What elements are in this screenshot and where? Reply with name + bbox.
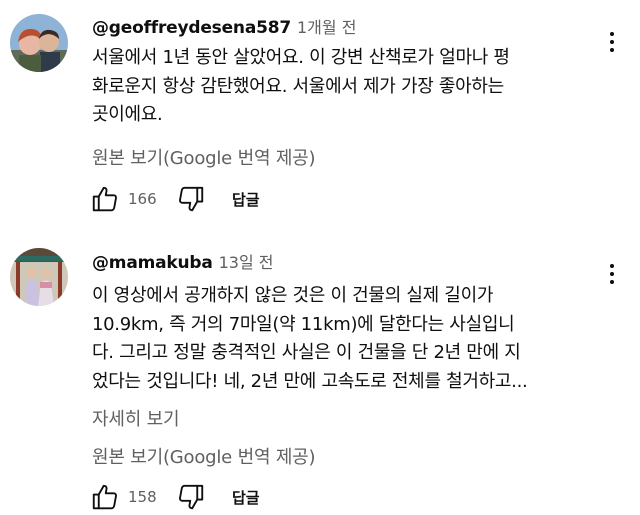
dislike-button[interactable] <box>174 480 208 514</box>
thumb-down-icon <box>179 186 204 212</box>
comment-actions: 158 답글 <box>88 479 260 515</box>
comment-line: 이 영상에서 공개하지 않은 것은 이 건물의 실제 길이가 <box>92 285 494 306</box>
author-handle[interactable]: @mamakuba <box>92 253 213 273</box>
thumb-up-icon <box>92 484 117 510</box>
more-vert-icon[interactable] <box>602 27 622 57</box>
reply-button[interactable]: 답글 <box>232 487 260 508</box>
comment-header: @geoffreydesena587 1개월 전 <box>92 14 356 40</box>
comment-line: 곳이에요. <box>92 104 163 125</box>
comment-timestamp[interactable]: 13일 전 <box>219 249 274 273</box>
comment-text: 이 영상에서 공개하지 않은 것은 이 건물의 실제 길이가 10.9km, 즉… <box>92 282 592 396</box>
avatar[interactable] <box>10 14 68 72</box>
thumb-down-icon <box>179 484 204 510</box>
like-count: 158 <box>128 488 157 506</box>
see-original-link[interactable]: 원본 보기(Google 번역 제공) <box>92 144 316 170</box>
author-handle[interactable]: @geoffreydesena587 <box>92 18 291 38</box>
comment-header: @mamakuba 13일 전 <box>92 249 274 275</box>
like-button[interactable] <box>88 480 122 514</box>
thumb-up-icon <box>92 186 117 212</box>
more-vert-icon[interactable] <box>602 259 622 289</box>
comment-line: 었다는 것입니다! 네, 2년 만에 고속도로 전체를 철거하고... <box>92 370 528 392</box>
comment-line: 서울에서 1년 동안 살았어요. 이 강변 산책로가 얼마나 평 <box>92 47 510 68</box>
dislike-button[interactable] <box>174 182 208 216</box>
avatar[interactable] <box>10 248 68 306</box>
like-button[interactable] <box>88 182 122 216</box>
read-more-link[interactable]: 자세히 보기 <box>92 405 180 431</box>
comment-line: 화로운지 항상 감탄했어요. 서울에서 제가 가장 좋아하는 <box>92 75 504 97</box>
like-count: 166 <box>128 190 157 208</box>
comment-actions: 166 답글 <box>88 181 260 217</box>
comment-line: 다. 그리고 정말 충격적인 사실은 이 건물을 단 2년 만에 지 <box>92 342 521 363</box>
comment-line: 10.9km, 즉 거의 7마일(약 11km)에 달한다는 사실입니 <box>92 313 515 335</box>
reply-button[interactable]: 답글 <box>232 189 260 210</box>
comment-timestamp[interactable]: 1개월 전 <box>297 14 356 38</box>
see-original-link[interactable]: 원본 보기(Google 번역 제공) <box>92 443 316 469</box>
comment-text: 서울에서 1년 동안 살았어요. 이 강변 산책로가 얼마나 평 화로운지 항상… <box>92 44 592 130</box>
